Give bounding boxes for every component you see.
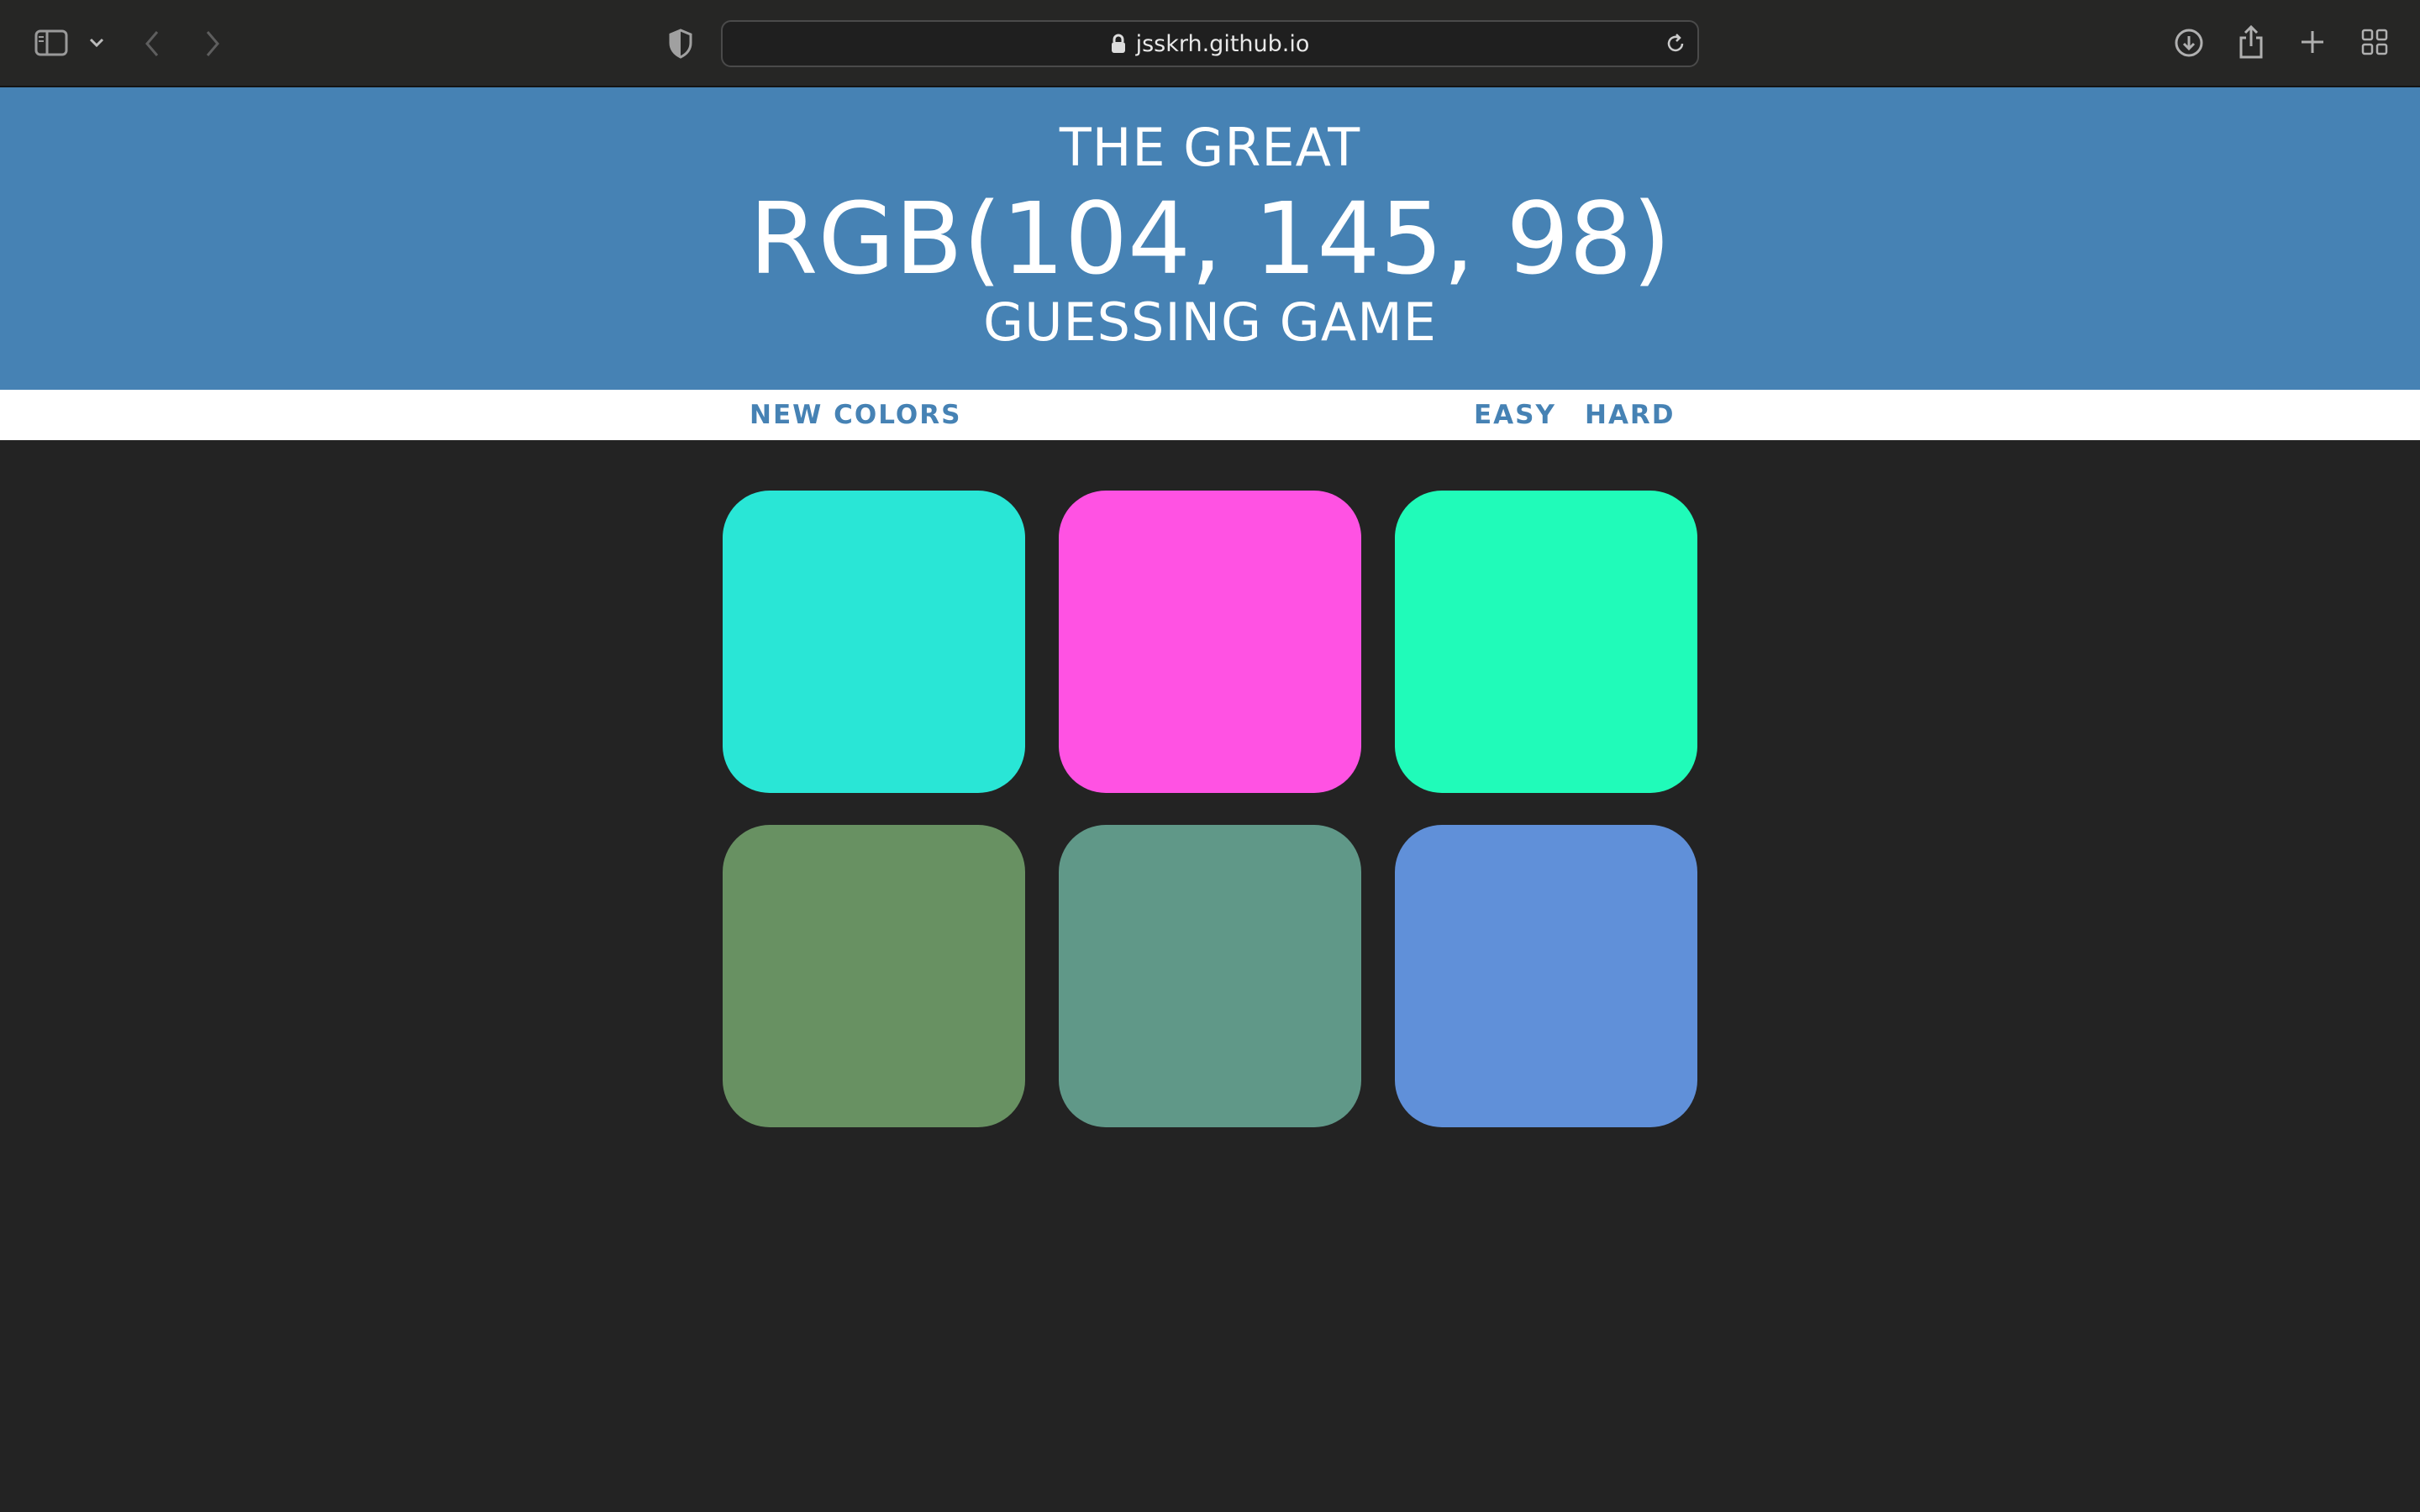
new-colors-button[interactable]: NEW COLORS <box>750 390 961 440</box>
color-square[interactable] <box>723 491 1025 793</box>
title-line-1: THE GREAT <box>1059 117 1361 178</box>
reload-icon[interactable] <box>1664 32 1687 55</box>
back-icon[interactable] <box>141 29 163 59</box>
title-line-3: GUESSING GAME <box>983 291 1437 353</box>
lock-icon <box>1111 34 1126 54</box>
tab-overview-icon[interactable] <box>2360 27 2390 57</box>
forward-icon[interactable] <box>202 29 224 59</box>
chevron-down-icon[interactable] <box>87 35 106 50</box>
address-bar[interactable]: jsskrh.github.io <box>721 20 1699 67</box>
color-square[interactable] <box>1395 491 1697 793</box>
url-text: jsskrh.github.io <box>1135 30 1310 57</box>
color-square[interactable] <box>1395 825 1697 1127</box>
easy-button[interactable]: EASY <box>1474 390 1556 440</box>
plus-icon[interactable] <box>2297 27 2328 57</box>
download-icon[interactable] <box>2173 27 2205 59</box>
hard-button[interactable]: HARD <box>1585 390 1676 440</box>
game-header: THE GREAT RGB(104, 145, 98) GUESSING GAM… <box>0 87 2420 390</box>
color-square[interactable] <box>1059 825 1361 1127</box>
shield-icon[interactable] <box>666 27 696 60</box>
color-square[interactable] <box>1059 491 1361 793</box>
color-display: RGB(104, 145, 98) <box>749 181 1671 297</box>
browser-toolbar: jsskrh.github.io <box>0 0 2420 87</box>
color-square[interactable] <box>723 825 1025 1127</box>
control-stripe: NEW COLORS EASY HARD <box>0 390 2420 440</box>
sidebar-icon[interactable] <box>34 28 69 58</box>
share-icon[interactable] <box>2235 24 2267 60</box>
